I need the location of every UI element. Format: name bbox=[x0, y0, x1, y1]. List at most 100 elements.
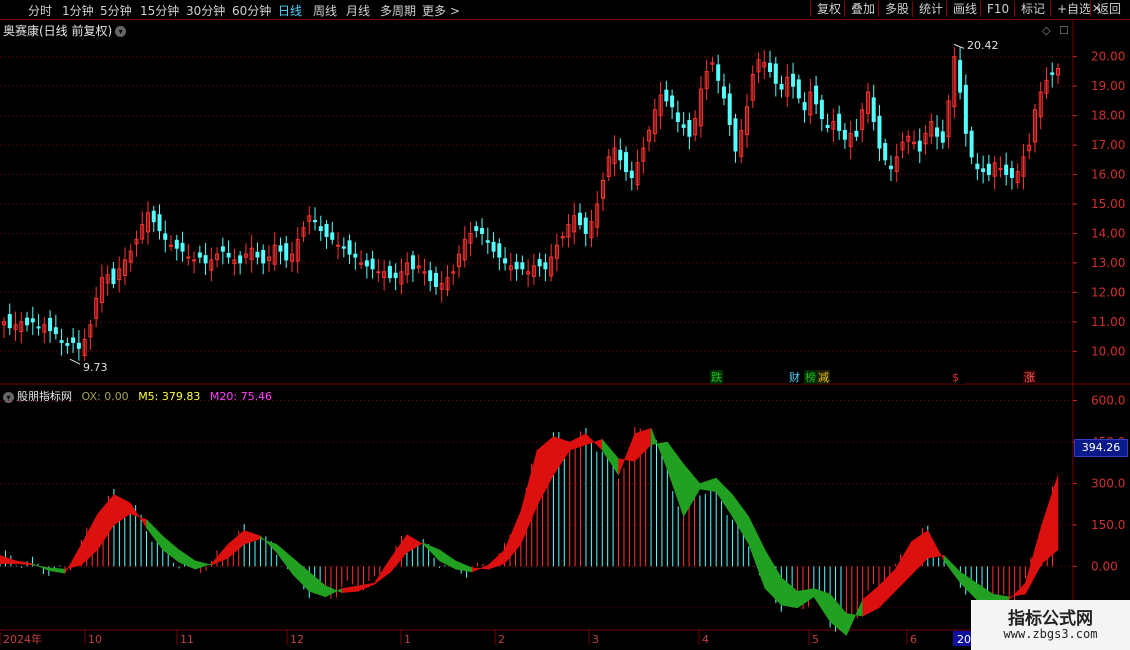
indicator-band bbox=[48, 567, 66, 574]
candle-body bbox=[433, 272, 438, 287]
indicator-band bbox=[683, 463, 701, 518]
candle-body bbox=[773, 63, 778, 84]
candle-body bbox=[347, 240, 352, 255]
candle-body bbox=[721, 86, 726, 99]
candle-body bbox=[791, 73, 796, 87]
candle-body bbox=[180, 242, 185, 252]
candle-body bbox=[151, 210, 156, 223]
indicator-band bbox=[455, 560, 473, 573]
indicator-band bbox=[943, 554, 961, 584]
candle-body bbox=[330, 232, 335, 240]
watermark-url: www.zbgs3.com bbox=[1003, 627, 1098, 641]
indicator-band bbox=[243, 530, 261, 545]
candle-body bbox=[318, 226, 323, 232]
date-label: 6 bbox=[910, 633, 917, 646]
candle-body bbox=[491, 241, 496, 252]
indicator-band bbox=[146, 518, 164, 551]
indicator-band bbox=[374, 557, 391, 585]
kline-chart[interactable]: 20.0019.0018.0017.0016.0015.0014.0013.00… bbox=[0, 0, 1130, 650]
candle-body bbox=[474, 226, 479, 232]
candle-body bbox=[837, 113, 842, 131]
date-label: 4 bbox=[702, 633, 709, 646]
indicator-band bbox=[650, 428, 668, 470]
candle-body bbox=[716, 64, 721, 81]
event-tag[interactable]: 涨 bbox=[1024, 371, 1035, 384]
price-axis-label: 11.00 bbox=[1091, 315, 1125, 329]
candle-body bbox=[675, 112, 680, 123]
candle-body bbox=[284, 243, 289, 261]
date-label: 12 bbox=[290, 633, 304, 646]
date-label: 1 bbox=[404, 633, 411, 646]
candle-body bbox=[1009, 168, 1014, 178]
event-tag[interactable]: 减 bbox=[818, 371, 829, 384]
indicator-band bbox=[260, 535, 277, 554]
indicator-band bbox=[341, 585, 359, 593]
indicator-band bbox=[195, 560, 212, 570]
candle-body bbox=[111, 268, 116, 285]
candle-body bbox=[537, 259, 542, 267]
candle-body bbox=[854, 130, 859, 137]
candle-body bbox=[220, 246, 225, 252]
candle-body bbox=[278, 245, 283, 252]
event-tag[interactable]: 跌 bbox=[711, 370, 722, 384]
indicator-band bbox=[162, 535, 180, 563]
indicator-axis-label: 300.0 bbox=[1091, 476, 1125, 490]
candle-body bbox=[917, 140, 922, 152]
price-axis-label: 12.00 bbox=[1091, 285, 1125, 299]
indicator-band bbox=[960, 571, 977, 601]
indicator-band bbox=[488, 549, 505, 570]
candle-body bbox=[169, 244, 174, 247]
candle-body bbox=[624, 152, 629, 173]
candle-body bbox=[969, 130, 974, 158]
price-axis-label: 16.00 bbox=[1091, 168, 1125, 182]
indicator-band bbox=[894, 540, 912, 592]
indicator-band bbox=[0, 555, 17, 564]
price-axis-label: 15.00 bbox=[1091, 197, 1125, 211]
indicator-band bbox=[16, 560, 33, 566]
candle-body bbox=[7, 314, 12, 329]
candle-body bbox=[157, 214, 162, 232]
candle-body bbox=[341, 246, 346, 249]
candle-body bbox=[877, 115, 882, 149]
event-tag[interactable]: 榜 bbox=[805, 370, 816, 384]
candle-body bbox=[186, 256, 191, 259]
candle-body bbox=[65, 343, 70, 346]
candle-body bbox=[871, 97, 876, 123]
indicator-axis-label: 150.0 bbox=[1091, 518, 1125, 532]
candle-body bbox=[842, 129, 847, 140]
indicator-band bbox=[748, 516, 766, 589]
price-axis-label: 19.00 bbox=[1091, 79, 1125, 93]
indicator-band bbox=[309, 571, 326, 598]
event-tag[interactable]: $ bbox=[952, 371, 959, 384]
indicator-band bbox=[439, 549, 457, 570]
indicator-band bbox=[553, 436, 570, 477]
candle-body bbox=[410, 255, 415, 270]
candle-body bbox=[48, 317, 53, 332]
date-label: 10 bbox=[88, 633, 102, 646]
candle-body bbox=[664, 89, 669, 102]
candle-body bbox=[963, 84, 968, 134]
indicator-band bbox=[618, 433, 636, 476]
indicator-band bbox=[732, 493, 749, 546]
date-label: 3 bbox=[592, 633, 599, 646]
candle-body bbox=[940, 131, 945, 143]
price-axis-label: 10.00 bbox=[1091, 344, 1125, 358]
watermark: 指标公式网 www.zbgs3.com bbox=[971, 600, 1130, 650]
candle-body bbox=[261, 249, 266, 264]
candle-body bbox=[485, 240, 490, 243]
date-label: 5 bbox=[812, 633, 819, 646]
indicator-band bbox=[504, 511, 522, 565]
indicator-band bbox=[699, 477, 717, 493]
indicator-band bbox=[406, 534, 424, 554]
event-tag[interactable]: 财 bbox=[789, 370, 800, 384]
candle-body bbox=[1050, 72, 1055, 75]
candle-body bbox=[958, 60, 963, 93]
candle-body bbox=[814, 85, 819, 105]
indicator-band bbox=[292, 557, 310, 592]
candle-body bbox=[71, 337, 76, 343]
date-label: 11 bbox=[180, 633, 194, 646]
indicator-band bbox=[585, 433, 603, 451]
candle-body bbox=[480, 228, 485, 234]
candle-body bbox=[376, 271, 381, 274]
indicator-band bbox=[813, 588, 831, 623]
